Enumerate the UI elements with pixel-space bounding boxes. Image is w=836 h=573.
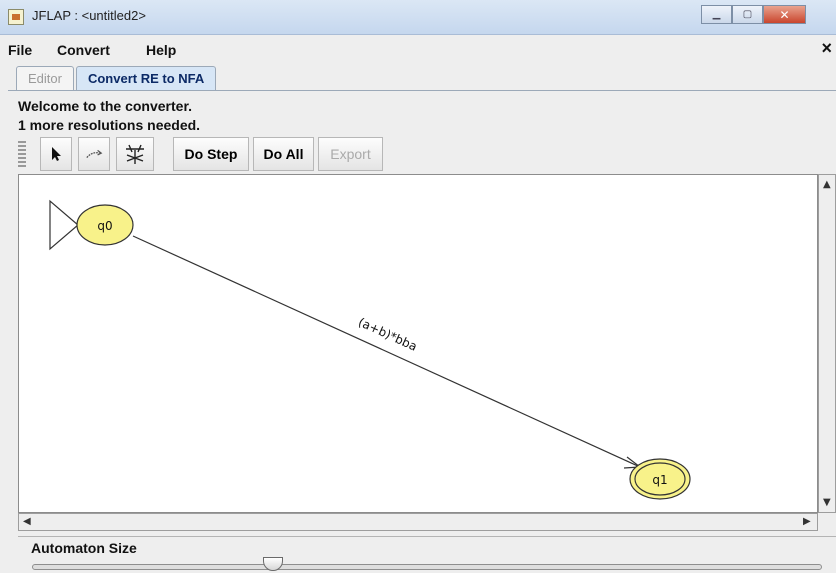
do-all-button[interactable]: Do All [253,137,314,171]
close-window-button[interactable]: ✕ [763,5,806,24]
scroll-left-icon[interactable]: ◀ [23,517,31,527]
minimize-button[interactable]: ▁ [701,5,732,24]
transition-label[interactable]: (a+b)*bba [356,315,419,354]
scroll-right-icon[interactable]: ▶ [803,517,811,527]
tab-divider [8,90,836,91]
title-bar: JFLAP : <untitled2> ▁ ▢ ✕ [0,0,836,35]
jflap-app-icon [8,9,24,25]
export-button: Export [318,137,383,171]
toolbar-grip[interactable] [18,141,26,167]
tab-editor[interactable]: Editor [16,66,74,90]
status-line-welcome: Welcome to the converter. [18,98,193,114]
automaton-drawing[interactable]: (a+b)*bba q0 q1 [19,175,817,512]
state-q1-label: q1 [652,473,667,487]
tab-convert-re-to-nfa[interactable]: Convert RE to NFA [75,66,217,90]
attribute-editor-button[interactable] [40,137,72,171]
transition-edge[interactable] [132,235,641,468]
scroll-up-icon[interactable]: ▲ [823,180,831,190]
scroll-down-icon[interactable]: ▼ [823,498,831,508]
status-line-resolutions: 1 more resolutions needed. [18,117,201,133]
do-step-button[interactable]: Do Step [173,137,249,171]
automaton-size-slider[interactable] [32,564,822,570]
menu-bar: File Convert Help × [8,36,836,62]
converter-toolbar: Do Step Do All Export [18,137,836,173]
window-controls: ▁ ▢ ✕ [701,5,806,25]
window-title: JFLAP : <untitled2> [32,8,146,23]
automaton-size-panel: Automaton Size [18,536,836,572]
state-q0-label: q0 [97,219,112,233]
tab-strip: Editor Convert RE to NFA [16,66,218,90]
transition-arrow-icon [86,149,103,159]
vertical-scrollbar[interactable]: ▲ ▼ [818,174,836,513]
menu-convert[interactable]: Convert [57,42,110,58]
menu-file[interactable]: File [8,42,32,58]
arrow-cursor-icon [52,147,61,161]
de-expressionify-icon [126,144,144,164]
maximize-button[interactable]: ▢ [732,5,763,24]
close-tab-icon[interactable]: × [821,38,832,59]
menu-help[interactable]: Help [146,42,176,58]
de-expressionify-button[interactable] [116,137,154,171]
transition-tool-button[interactable] [78,137,110,171]
automaton-size-label: Automaton Size [28,540,140,556]
initial-state-triangle-icon [49,199,79,251]
horizontal-scrollbar[interactable]: ◀ ▶ [18,513,818,531]
automaton-canvas[interactable]: (a+b)*bba q0 q1 [18,174,818,513]
converter-status: Welcome to the converter. 1 more resolut… [18,97,200,135]
